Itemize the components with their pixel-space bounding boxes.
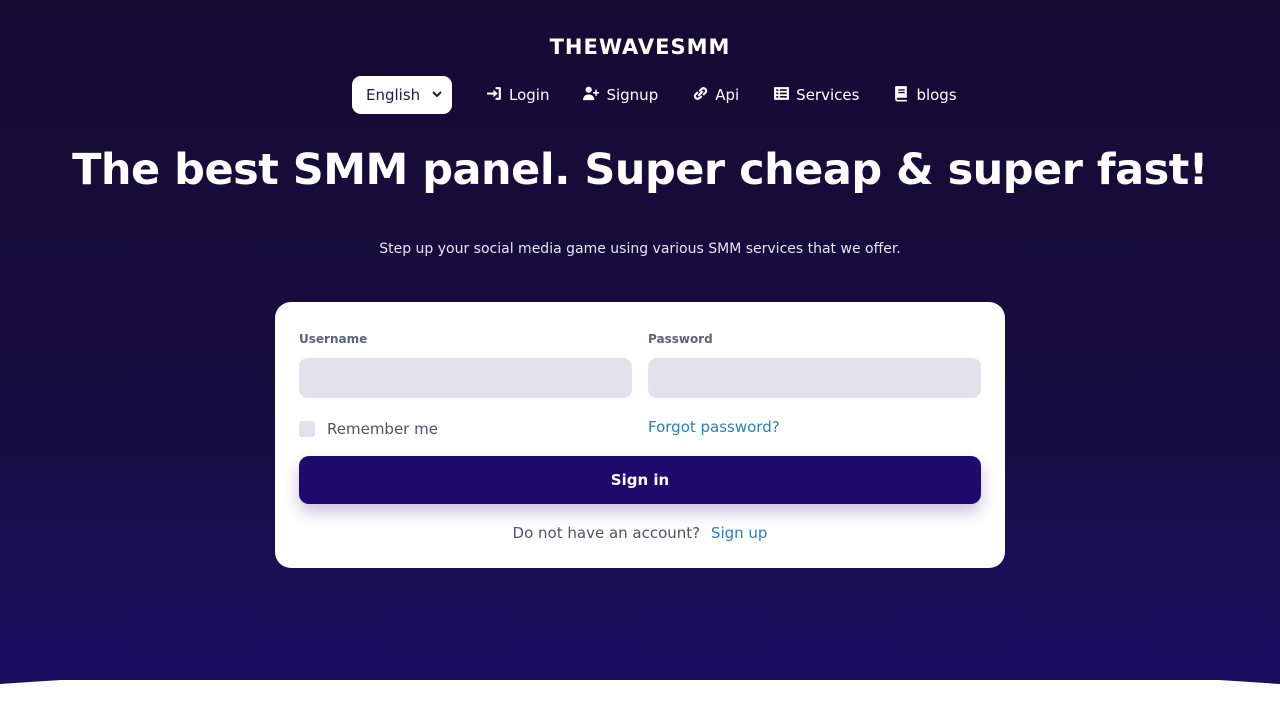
language-value: English [366, 86, 421, 104]
nav-item-label: Services [796, 86, 860, 104]
language-select[interactable]: English [352, 76, 452, 114]
nav-item-login[interactable]: Login [486, 85, 549, 106]
bottom-wave-divider [0, 680, 1280, 720]
link-icon [692, 85, 709, 106]
sign-in-icon [486, 85, 503, 106]
top-nav: English Login Signup Api Services blogs [352, 76, 957, 114]
book-icon [893, 85, 910, 106]
list-icon [773, 85, 790, 106]
nav-item-label: Api [715, 86, 740, 104]
hero-subtitle: Step up your social media game using var… [379, 241, 901, 257]
sign-up-link[interactable]: Sign up [711, 524, 768, 542]
user-plus-icon [583, 85, 600, 106]
username-label: Username [299, 332, 368, 346]
sign-in-button[interactable]: Sign in [299, 456, 981, 504]
remember-me-label[interactable]: Remember me [327, 420, 438, 438]
login-card: Username Password Remember me Forgot pas… [275, 302, 1005, 568]
chevron-down-icon [432, 90, 442, 101]
nav-item-api[interactable]: Api [692, 85, 739, 106]
brand-logo-text[interactable]: THEWAVESMM [0, 35, 1280, 59]
hero-title: The best SMM panel. Super cheap & super … [72, 145, 1208, 195]
nav-item-signup[interactable]: Signup [583, 85, 658, 106]
remember-me-checkbox[interactable] [299, 421, 315, 437]
nav-item-blogs[interactable]: blogs [893, 85, 957, 106]
nav-item-label: Signup [606, 86, 659, 104]
forgot-password-link[interactable]: Forgot password? [648, 418, 780, 436]
password-input[interactable] [648, 358, 981, 398]
password-label: Password [648, 332, 713, 346]
nav-item-label: Login [509, 86, 550, 104]
remember-me: Remember me [299, 420, 438, 438]
username-input[interactable] [299, 358, 632, 398]
no-account-text: Do not have an account? [512, 524, 701, 542]
nav-item-services[interactable]: Services [773, 85, 859, 106]
nav-item-label: blogs [916, 86, 957, 104]
signup-prompt: Do not have an account? Sign up [275, 524, 1005, 542]
